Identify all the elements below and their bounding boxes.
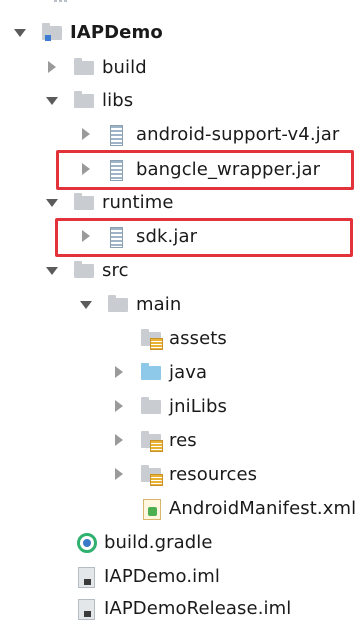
chevron-right-icon[interactable] bbox=[80, 128, 92, 140]
jar-icon bbox=[108, 125, 130, 146]
tree-item-label: res bbox=[169, 429, 197, 451]
tree-item-label: IAPDemoRelease.iml bbox=[104, 597, 292, 619]
tree-item-label: android-support-v4.jar bbox=[136, 123, 340, 145]
tree-item-java[interactable]: java bbox=[113, 356, 207, 388]
tree-item-android-support[interactable]: android-support-v4.jar bbox=[80, 118, 339, 150]
tree-item-iapdemo-iml[interactable]: IAPDemo.iml bbox=[48, 560, 220, 592]
folder-icon bbox=[141, 397, 163, 415]
tree-item-res[interactable]: res bbox=[113, 424, 197, 456]
folder-icon bbox=[74, 261, 96, 279]
chevron-right-icon[interactable] bbox=[113, 434, 125, 446]
tree-item-label: main bbox=[136, 293, 182, 315]
tree-item-build-gradle[interactable]: build.gradle bbox=[48, 526, 213, 558]
tree-item-label: runtime bbox=[102, 191, 174, 213]
tree-item-label: assets bbox=[169, 327, 227, 349]
tree-item-label: build bbox=[102, 56, 147, 78]
tree-item-label: build.gradle bbox=[104, 531, 213, 553]
tree-item-label: resources bbox=[169, 463, 258, 485]
chevron-right-icon[interactable] bbox=[113, 468, 125, 480]
tree-item-main[interactable]: main bbox=[80, 288, 181, 320]
folder-icon bbox=[74, 58, 96, 76]
tree-item-build[interactable]: build bbox=[46, 51, 147, 83]
tree-item-jnilibs[interactable]: jniLibs bbox=[113, 390, 227, 422]
tree-item-manifest[interactable]: AndroidManifest.xml bbox=[113, 492, 356, 524]
tree-item-src[interactable]: src bbox=[46, 254, 129, 286]
resource-folder-icon bbox=[141, 465, 163, 486]
tree-item-libs[interactable]: libs bbox=[46, 84, 133, 116]
tree-item-label: jniLibs bbox=[169, 395, 227, 417]
resource-folder-icon bbox=[141, 431, 163, 452]
tree-item-label: src bbox=[102, 259, 129, 281]
chevron-down-icon[interactable] bbox=[46, 94, 58, 106]
highlight-box-sdk bbox=[55, 218, 353, 257]
chevron-down-icon[interactable] bbox=[46, 196, 58, 208]
tree-item-label: libs bbox=[102, 89, 134, 111]
tree-item-resources[interactable]: resources bbox=[113, 458, 257, 490]
scroll-indicator bbox=[54, 0, 68, 4]
tree-item-label: IAPDemo bbox=[70, 21, 163, 43]
gradle-icon bbox=[76, 533, 98, 553]
xml-file-icon bbox=[141, 499, 163, 520]
chevron-right-icon[interactable] bbox=[46, 61, 58, 73]
tree-item-label: IAPDemo.iml bbox=[104, 565, 220, 587]
folder-icon bbox=[74, 193, 96, 211]
folder-icon bbox=[108, 295, 130, 313]
chevron-down-icon[interactable] bbox=[80, 298, 92, 310]
resource-folder-icon bbox=[141, 329, 163, 350]
chevron-right-icon[interactable] bbox=[113, 400, 125, 412]
folder-icon bbox=[74, 91, 96, 109]
chevron-right-icon[interactable] bbox=[113, 366, 125, 378]
highlight-box-bangcle bbox=[56, 150, 354, 190]
tree-item-assets[interactable]: assets bbox=[113, 322, 227, 354]
tree-item-runtime[interactable]: runtime bbox=[46, 186, 174, 218]
module-folder-icon bbox=[42, 23, 64, 41]
chevron-down-icon[interactable] bbox=[46, 264, 58, 276]
tree-item-label: java bbox=[169, 361, 208, 383]
tree-item-iapdemorelease-iml[interactable]: IAPDemoRelease.iml bbox=[48, 592, 291, 624]
iml-file-icon bbox=[76, 567, 98, 588]
source-folder-icon bbox=[141, 363, 163, 381]
tree-item-iapdemo[interactable]: IAPDemo bbox=[14, 16, 163, 48]
chevron-down-icon[interactable] bbox=[14, 26, 26, 38]
iml-file-icon bbox=[76, 599, 98, 620]
tree-item-label: AndroidManifest.xml bbox=[169, 497, 357, 519]
